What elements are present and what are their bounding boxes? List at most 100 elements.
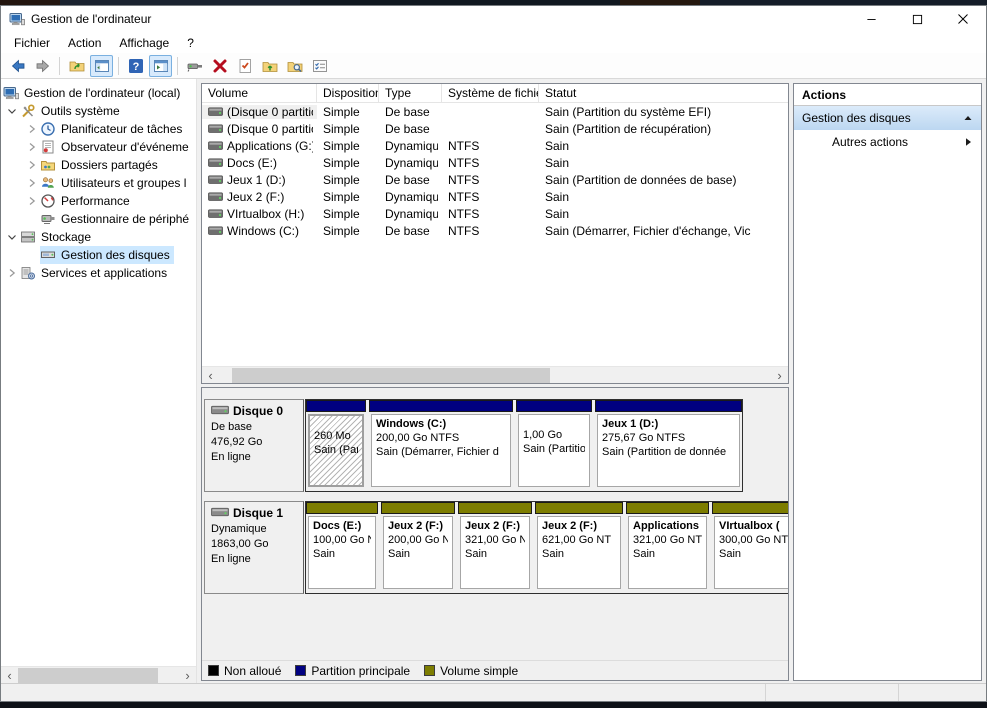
partition-block-jeux-2-f[interactable]: Jeux 2 (F:)200,00 Go NSain [381,502,455,593]
partition-type-bar [369,400,513,412]
column-header-statut[interactable]: Statut [539,84,788,102]
table-row-disque-0-partition-1[interactable]: (Disque 0 partition 1)SimpleDe baseSain … [202,103,788,120]
partition-block-docs-e[interactable]: Docs (E:)100,00 Go NSain [306,502,378,593]
table-row-disque-0-partition-4[interactable]: (Disque 0 partition 4)SimpleDe baseSain … [202,120,788,137]
console-tree-toggle-button[interactable] [90,55,113,77]
disk-label-disque-0[interactable]: Disque 0De base476,92 GoEn ligne [204,399,304,492]
cell-disposition: Simple [317,224,379,238]
screen: Gestion de l'ordinateur Fichier Action A… [0,0,987,708]
forward-button[interactable] [31,55,54,77]
cell-text: (Disque 0 partition 1) [227,105,313,119]
chevron-right-icon[interactable] [24,193,40,209]
action-pane-toggle-button[interactable] [149,55,172,77]
tree-item-outils-systeme[interactable]: Outils système [1,102,196,120]
delete-volume-button[interactable] [208,55,231,77]
tree-item-planificateur-de-taches[interactable]: Planificateur de tâches [1,120,196,138]
tree-item-gestion-des-disques[interactable]: Gestion des disques [1,246,196,264]
disk-row-disque-1: Disque 1Dynamique1863,00 GoEn ligneDocs … [204,501,786,594]
partition-block-jeux-2-f[interactable]: Jeux 2 (F:)621,00 Go NTSain [535,502,623,593]
device-icon [187,58,203,74]
help-button[interactable]: ? [124,55,147,77]
partition-block-260-mo[interactable]: 260 MoSain (Part [306,400,366,491]
disk-type: Dynamique [211,522,297,537]
tree-item-content: Stockage [20,228,95,246]
explore-button[interactable] [283,55,306,77]
table-row-jeux-1-d[interactable]: Jeux 1 (D:)SimpleDe baseNTFSSain (Partit… [202,171,788,188]
tree-item-gestionnaire-de-periphe[interactable]: Gestionnaire de périphé [1,210,196,228]
partition-block-applications[interactable]: Applications321,00 Go NTSain [626,502,709,593]
partition-type-bar [458,502,532,514]
chevron-down-icon[interactable] [4,103,20,119]
volume-disk-icon [208,124,223,133]
tree-item-services-et-applications[interactable]: Services et applications [1,264,196,282]
column-header-systeme-de-fichiers[interactable]: Système de fichiers [442,84,539,102]
partition-type-bar [306,502,378,514]
scroll-right-arrow[interactable]: › [179,668,196,683]
tree-item-content: Outils système [20,102,124,120]
volume-list-hscrollbar[interactable]: ‹ › [202,366,788,383]
cell-text: Sain [545,190,569,204]
scroll-right-arrow[interactable]: › [771,368,788,383]
table-row-jeux-2-f[interactable]: Jeux 2 (F:)SimpleDynamiqueNTFSSain [202,188,788,205]
tree-item-performance[interactable]: Performance [1,192,196,210]
menu-affichage[interactable]: Affichage [110,34,178,52]
action-item-autres-actions[interactable]: Autres actions [794,130,981,154]
menu-fichier[interactable]: Fichier [5,34,59,52]
chevron-down-icon[interactable] [4,229,20,245]
column-header-type[interactable]: Type [379,84,442,102]
properties-button[interactable] [308,55,331,77]
action-item-label: Gestion des disques [802,111,911,125]
column-header-disposition[interactable]: Disposition [317,84,379,102]
cell-text: NTFS [448,207,479,221]
tree-item-observateur-d-eveneme[interactable]: Observateur d'événeme [1,138,196,156]
collapse-arrow-icon[interactable] [963,113,973,123]
cell-text: Simple [323,105,360,119]
folder-up-button[interactable] [65,55,88,77]
column-header-volume[interactable]: Volume [202,84,317,102]
partition-block-virtualbox[interactable]: VIrtualbox (300,00 Go NTSain [712,502,789,593]
partition-name: Jeux 2 (F:) [542,519,616,533]
device-button[interactable] [183,55,206,77]
back-button[interactable] [6,55,29,77]
disk-label-disque-1[interactable]: Disque 1Dynamique1863,00 GoEn ligne [204,501,304,594]
cell-fs: NTFS [442,139,539,153]
partition-block-windows-c[interactable]: Windows (C:)200,00 Go NTFSSain (Démarrer… [369,400,513,491]
chevron-right-icon[interactable] [4,265,20,281]
tree-item-utilisateurs-et-groupes-l[interactable]: Utilisateurs et groupes l [1,174,196,192]
menu-action[interactable]: Action [59,34,110,52]
maximize-button[interactable] [894,6,940,32]
tree-item-gestion-de-l-ordinateur-local[interactable]: Gestion de l'ordinateur (local) [1,84,196,102]
scroll-left-arrow[interactable]: ‹ [1,668,18,683]
cell-fs: NTFS [442,224,539,238]
table-row-applications-g[interactable]: Applications (G:)SimpleDynamiqueNTFSSain [202,137,788,154]
partition-block-jeux-1-d[interactable]: Jeux 1 (D:)275,67 Go NTFSSain (Partition… [595,400,742,491]
menu-help[interactable]: ? [178,34,203,52]
cell-text: Simple [323,224,360,238]
scroll-left-arrow[interactable]: ‹ [202,368,219,383]
mark-partition-button[interactable] [233,55,256,77]
partition-block-jeux-2-f[interactable]: Jeux 2 (F:)321,00 Go NTSain [458,502,532,593]
table-row-docs-e[interactable]: Docs (E:)SimpleDynamiqueNTFSSain [202,154,788,171]
graph-filler [202,594,788,660]
chevron-right-icon[interactable] [24,175,40,191]
cell-volume: Docs (E:) [202,156,317,170]
table-row-windows-c[interactable]: Windows (C:)SimpleDe baseNTFSSain (Démar… [202,222,788,239]
tree-item-stockage[interactable]: Stockage [1,228,196,246]
table-row-virtualbox-h[interactable]: VIrtualbox (H:)SimpleDynamiqueNTFSSain [202,205,788,222]
scroll-thumb[interactable] [18,668,158,683]
tree-item-label: Utilisateurs et groupes l [60,176,187,190]
tree-item-dossiers-partages[interactable]: Dossiers partagés [1,156,196,174]
chevron-right-icon[interactable] [24,121,40,137]
cell-text: Dynamique [385,139,438,153]
partition-block-1-00-go[interactable]: 1,00 GoSain (Partitio [516,400,592,491]
scroll-thumb[interactable] [232,368,550,383]
open-button[interactable] [258,55,281,77]
expand-arrow-icon[interactable] [963,137,973,147]
tree-hscrollbar[interactable]: ‹ › [1,666,196,683]
close-button[interactable] [940,6,986,32]
chevron-right-icon[interactable] [24,139,40,155]
delete-x-icon [212,58,228,74]
chevron-right-icon[interactable] [24,157,40,173]
minimize-button[interactable] [848,6,894,32]
action-item-gestion-des-disques[interactable]: Gestion des disques [794,106,981,130]
